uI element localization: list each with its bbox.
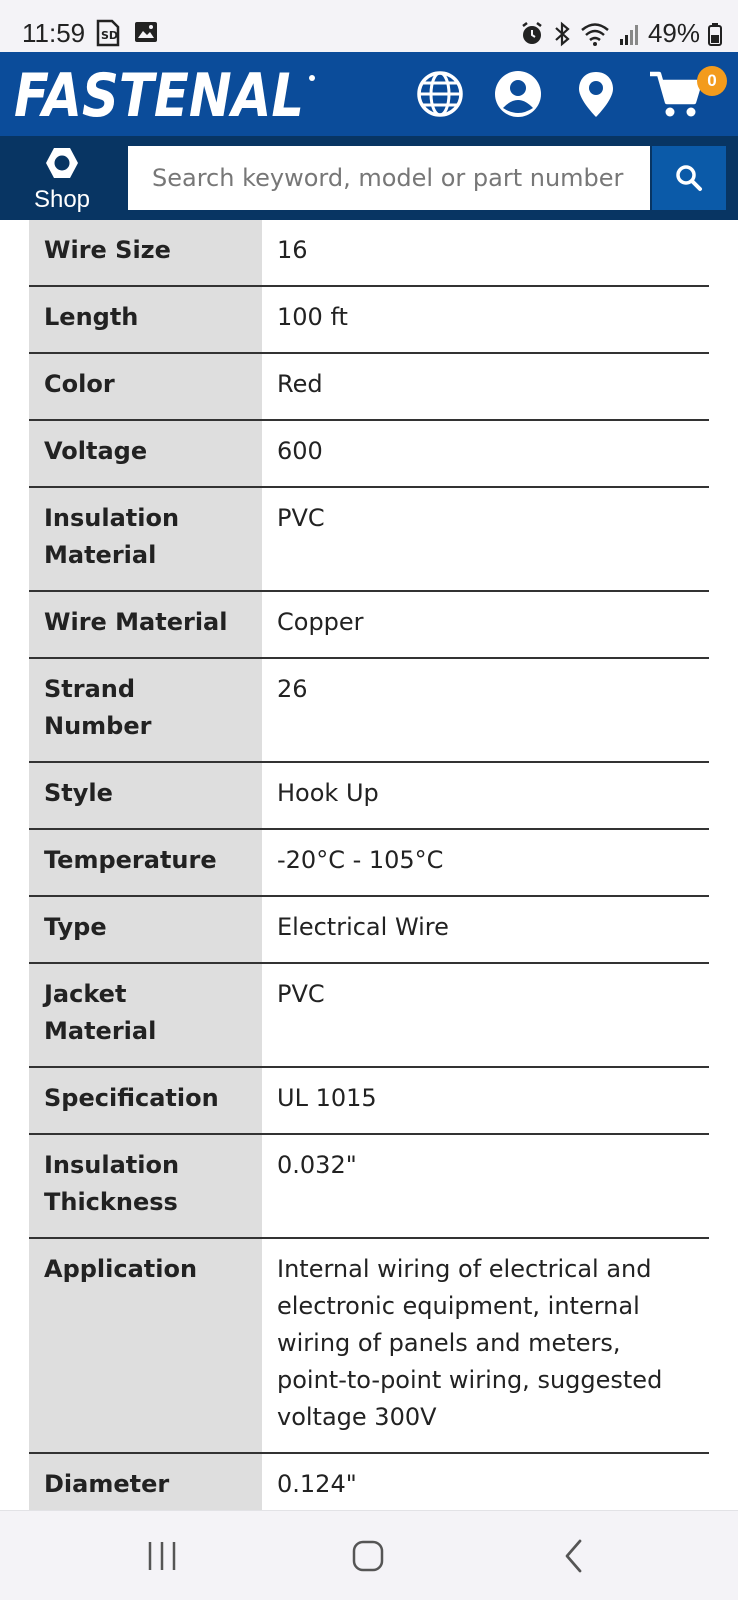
spec-row: Wire Material Copper: [29, 591, 709, 659]
cart-count-badge: 0: [697, 66, 727, 96]
spec-value: -20°C - 105°C: [262, 829, 709, 897]
spec-row: Jacket Material PVC: [29, 963, 709, 1068]
search-button[interactable]: [652, 146, 726, 210]
shop-button[interactable]: Shop: [24, 146, 100, 214]
spec-value: PVC: [262, 487, 709, 592]
spec-label: Jacket Material: [29, 963, 262, 1068]
spec-row: Color Red: [29, 353, 709, 421]
alarm-icon: [522, 21, 542, 44]
back-icon: [565, 1539, 582, 1573]
status-time: 11:59: [22, 18, 86, 48]
spec-value: PVC: [262, 963, 709, 1068]
spec-row: Length 100 ft: [29, 286, 709, 354]
spec-label: Length: [29, 286, 262, 354]
system-navigation-bar: [0, 1510, 738, 1600]
gallery-icon: [135, 22, 157, 42]
spec-row: Wire Size 16: [29, 220, 709, 287]
spec-value: 0.124": [262, 1453, 709, 1510]
spec-label: Color: [29, 353, 262, 421]
shop-label: Shop: [33, 186, 91, 213]
spec-row: Diameter 0.124": [29, 1453, 709, 1510]
svg-text:FASTENAL: FASTENAL: [14, 61, 304, 128]
sd-card-icon: SD: [96, 19, 120, 47]
spec-label: Diameter: [29, 1453, 262, 1510]
spec-row: Type Electrical Wire: [29, 896, 709, 964]
spec-row: Insulation Material PVC: [29, 487, 709, 592]
product-specifications: Wire Size 16 Length 100 ft Color Red Voltage 60…: [0, 220, 738, 1510]
spec-row: Style Hook Up: [29, 762, 709, 830]
spec-label: Temperature: [29, 829, 262, 897]
spec-row: Application Internal wiring of electrical…: [29, 1238, 709, 1454]
home-button[interactable]: [338, 1533, 398, 1579]
spec-value: 600: [262, 420, 709, 488]
spec-table: Wire Size 16 Length 100 ft Color Red Voltage 60…: [29, 220, 709, 1510]
spec-value: 0.032": [262, 1134, 709, 1239]
spec-label: Style: [29, 762, 262, 830]
svg-text:SD: SD: [101, 29, 118, 42]
spec-value: 16: [262, 220, 709, 287]
account-icon[interactable]: [492, 68, 544, 120]
spec-value: UL 1015: [262, 1067, 709, 1135]
hexagon-nut-icon: [46, 148, 78, 178]
status-bar: 11:59 SD 49%: [0, 0, 738, 52]
spec-row: Insulation Thickness 0.032": [29, 1134, 709, 1239]
location-pin-icon[interactable]: [570, 68, 622, 120]
wifi-icon: [581, 22, 609, 46]
spec-label: Strand Number: [29, 658, 262, 763]
fastenal-logo[interactable]: FASTENAL: [10, 58, 320, 128]
spec-value: Electrical Wire: [262, 896, 709, 964]
spec-label: Wire Size: [29, 220, 262, 287]
spec-value: 100 ft: [262, 286, 709, 354]
search-bar: Shop: [0, 136, 738, 220]
spec-label: Insulation Thickness: [29, 1134, 262, 1239]
back-button[interactable]: [544, 1533, 604, 1579]
spec-value: Hook Up: [262, 762, 709, 830]
signal-icon: [619, 24, 638, 45]
cart-icon[interactable]: [648, 68, 704, 120]
spec-row: Temperature -20°C - 105°C: [29, 829, 709, 897]
spec-value: Copper: [262, 591, 709, 659]
spec-label: Type: [29, 896, 262, 964]
spec-label: Insulation Material: [29, 487, 262, 592]
spec-label: Voltage: [29, 420, 262, 488]
site-header: FASTENAL 0: [0, 52, 738, 136]
search-input[interactable]: [128, 146, 650, 210]
spec-row: Specification UL 1015: [29, 1067, 709, 1135]
battery-icon: [708, 22, 722, 46]
spec-row: Voltage 600: [29, 420, 709, 488]
spec-label: Application: [29, 1238, 262, 1454]
recent-apps-icon: [148, 1542, 176, 1570]
battery-percent: 49%: [647, 18, 700, 48]
spec-label: Wire Material: [29, 591, 262, 659]
search-icon: [676, 165, 702, 191]
recent-apps-button[interactable]: [132, 1533, 192, 1579]
spec-value: Red: [262, 353, 709, 421]
home-icon: [352, 1540, 384, 1572]
bluetooth-icon: [555, 21, 570, 46]
spec-row: Strand Number 26: [29, 658, 709, 763]
spec-label: Specification: [29, 1067, 262, 1135]
spec-value: Internal wiring of electrical and electr…: [262, 1238, 709, 1454]
globe-icon[interactable]: [414, 68, 466, 120]
spec-value: 26: [262, 658, 709, 763]
